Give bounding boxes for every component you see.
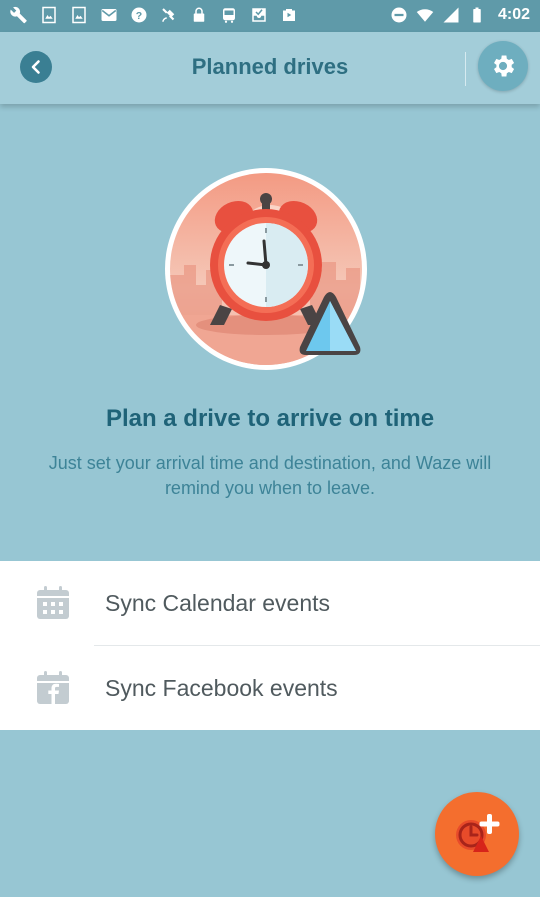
status-bar-system-icons: 4:02 bbox=[390, 6, 530, 24]
wrench-icon bbox=[10, 6, 27, 24]
inbox-icon bbox=[252, 8, 266, 22]
image-icon bbox=[42, 6, 56, 24]
app-bar: Planned drives bbox=[0, 32, 540, 104]
sync-calendar-label: Sync Calendar events bbox=[105, 590, 331, 616]
wifi-icon bbox=[416, 9, 434, 22]
sync-facebook-label: Sync Facebook events bbox=[105, 675, 338, 701]
signal-icon bbox=[443, 7, 459, 23]
play-store-icon bbox=[283, 9, 295, 21]
alarm-clock-illustration bbox=[165, 168, 367, 370]
do-not-disturb-icon bbox=[391, 7, 407, 23]
status-bar-notification-icons: ? bbox=[10, 6, 298, 24]
mail-icon bbox=[101, 9, 117, 21]
hero-subtext: Just set your arrival time and destinati… bbox=[48, 453, 492, 498]
battery-icon bbox=[473, 7, 481, 23]
image-icon bbox=[72, 6, 86, 24]
status-bar: ? 4:02 bbox=[0, 0, 540, 32]
app-bar-divider bbox=[465, 52, 466, 86]
bus-icon bbox=[223, 8, 235, 23]
facebook-calendar-icon bbox=[37, 671, 69, 704]
add-planned-drive-icon bbox=[456, 814, 500, 852]
calendar-icon bbox=[37, 586, 69, 619]
help-circle-icon: ? bbox=[131, 7, 147, 23]
page-title: Planned drives bbox=[191, 54, 349, 79]
settings-button[interactable] bbox=[478, 41, 528, 91]
sync-calendar-item[interactable]: Sync Calendar events bbox=[0, 561, 540, 645]
sync-list: Sync Calendar events Sync Facebook event… bbox=[0, 561, 540, 730]
status-bar-time: 4:02 bbox=[497, 6, 530, 23]
satellite-icon bbox=[162, 8, 175, 22]
sync-facebook-item[interactable]: Sync Facebook events bbox=[0, 646, 540, 730]
gear-icon bbox=[494, 55, 515, 77]
lock-icon bbox=[193, 7, 205, 22]
svg-text:?: ? bbox=[136, 10, 142, 22]
hero-headline: Plan a drive to arrive on time bbox=[105, 405, 435, 432]
add-planned-drive-button[interactable] bbox=[435, 792, 519, 876]
